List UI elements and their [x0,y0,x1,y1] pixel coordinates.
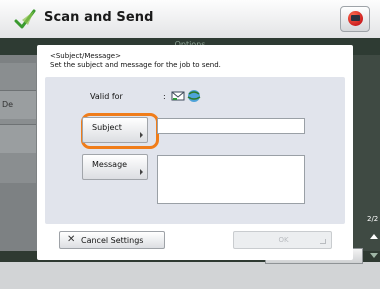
cancel-settings-button[interactable]: ✕ Cancel Settings [59,231,165,249]
dialog-description: Set the subject and message for the job … [50,61,221,69]
scroll-down-icon[interactable] [370,253,378,258]
scroll-up-icon[interactable] [370,234,378,239]
status-bar [0,262,380,289]
ok-button[interactable]: OK [233,231,332,249]
ifax-icon [187,90,201,102]
email-icon [171,91,185,101]
cancel-settings-label: Cancel Settings [81,236,144,245]
subject-message-dialog: <Subject/Message> Set the subject and me… [37,45,353,260]
message-field[interactable] [157,155,305,204]
message-button-label: Message [92,160,128,169]
triangle-right-icon [140,169,143,175]
triangle-right-icon [140,132,143,138]
title-bar: Scan and Send [0,0,380,39]
background-side-button: De [0,90,36,119]
status-monitor-button[interactable] [340,6,370,32]
enter-icon [320,239,326,244]
scan-send-icon [14,9,36,29]
background-side-button [0,124,36,153]
background-side-panel: De [0,63,36,183]
subject-button[interactable]: Subject [82,117,148,143]
status-monitor-icon [348,11,363,26]
ok-button-label: OK [278,236,289,244]
subject-button-label: Subject [92,123,122,132]
valid-for-icons [171,90,201,102]
message-button[interactable]: Message [82,154,148,180]
valid-for-label: Valid for [90,92,123,101]
background-scroll-area [349,55,380,259]
close-icon: ✕ [67,234,76,245]
app-title: Scan and Send [44,10,154,25]
subject-field[interactable] [157,118,305,134]
page-indicator: 2/2 [367,215,379,223]
dialog-title: <Subject/Message> [50,52,121,60]
valid-for-colon: : [163,92,166,101]
